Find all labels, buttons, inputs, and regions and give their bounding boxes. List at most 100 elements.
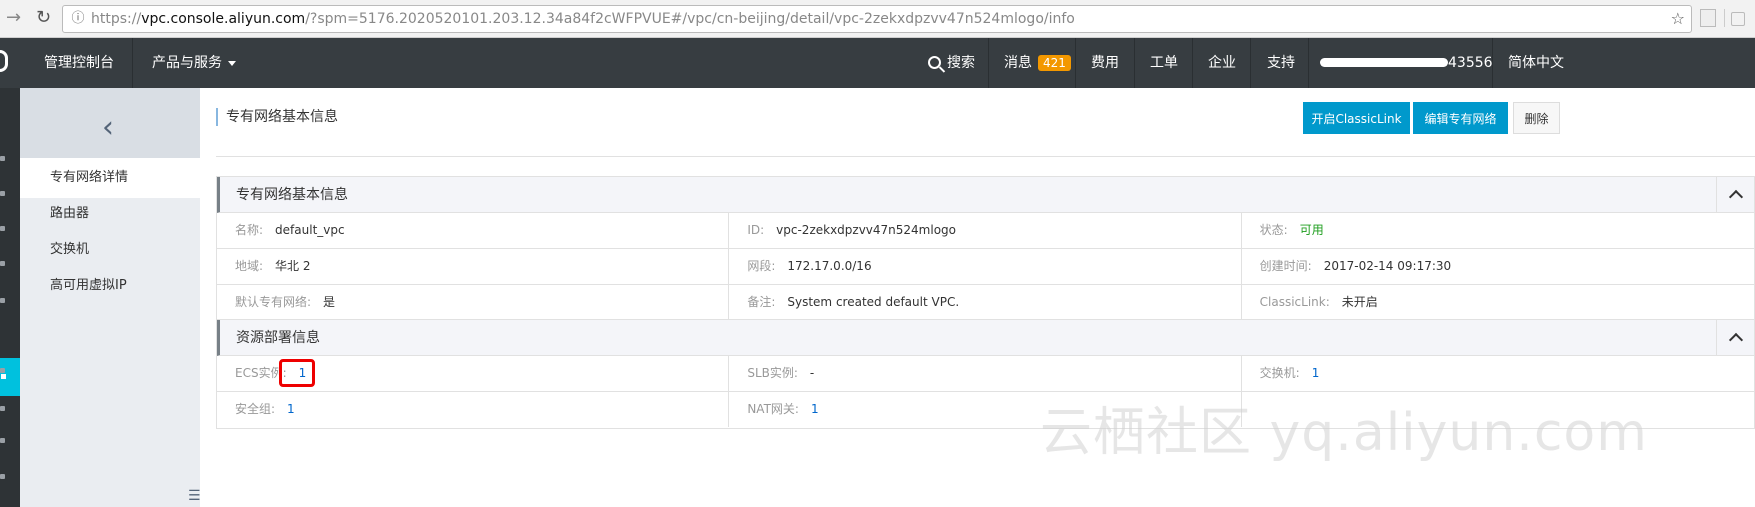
- star-icon[interactable]: ☆: [1671, 6, 1685, 32]
- products-menu[interactable]: 产品与服务: [152, 38, 236, 88]
- field-cidr: 网段: 172.17.0.0/16: [729, 249, 1242, 284]
- field-slb: SLB实例: -: [729, 356, 1242, 391]
- nav-divider: [988, 38, 989, 88]
- sidebar-item-vpc-details[interactable]: 专有网络详情: [20, 158, 200, 198]
- field-security-group: 安全组: 1: [217, 392, 730, 427]
- rail-item-icon[interactable]: [0, 368, 5, 373]
- field-region: 地域: 华北 2: [217, 249, 730, 284]
- rail-item-icon[interactable]: [0, 156, 5, 161]
- field-label: 备注:: [747, 295, 776, 309]
- menu-icon[interactable]: [1724, 9, 1746, 27]
- messages-button[interactable]: 消息 421: [1004, 38, 1071, 88]
- nav-divider: [1492, 38, 1493, 88]
- watermark: 云栖社区 yq.aliyun.com: [1040, 403, 1648, 463]
- field-label: 交换机:: [1259, 366, 1300, 380]
- edit-vpc-button[interactable]: 编辑专有网络: [1413, 102, 1508, 134]
- url-host: vpc.console.aliyun.com: [141, 11, 306, 27]
- field-value: 是: [323, 295, 336, 309]
- rail-item-icon[interactable]: [0, 261, 5, 266]
- panel-title: 专有网络基本信息: [236, 187, 348, 203]
- sidebar-item-havip[interactable]: 高可用虚拟IP: [20, 266, 200, 306]
- redacted-account: [1320, 58, 1448, 67]
- field-value: 华北 2: [275, 259, 311, 273]
- field-value: 2017-02-14 09:17:30: [1323, 259, 1452, 273]
- field-value: 未开启: [1341, 295, 1378, 309]
- field-label: ClassicLink:: [1259, 295, 1330, 309]
- field-vswitch: 交换机: 1: [1242, 356, 1754, 391]
- field-value: System created default VPC.: [787, 295, 960, 309]
- field-value: default_vpc: [275, 223, 345, 237]
- rail-item-icon[interactable]: [0, 298, 5, 303]
- field-status: 状态: 可用: [1242, 213, 1754, 248]
- nav-divider: [132, 38, 133, 88]
- chevron-left-icon[interactable]: ‹: [102, 110, 114, 145]
- vswitch-count-link[interactable]: 1: [1312, 366, 1320, 380]
- logo-icon[interactable]: [0, 50, 8, 72]
- delete-button[interactable]: 删除: [1513, 102, 1560, 134]
- extension-icon[interactable]: [1700, 9, 1716, 27]
- field-classiclink: ClassicLink: 未开启: [1242, 285, 1754, 320]
- field-label: 网段:: [747, 259, 776, 273]
- enable-classiclink-button[interactable]: 开启ClassicLink: [1303, 102, 1410, 134]
- search-icon: [928, 56, 941, 69]
- panel-header: 资源部署信息: [217, 320, 1754, 356]
- address-bar[interactable]: ⓘ https://vpc.console.aliyun.com/?spm=51…: [62, 5, 1692, 33]
- nav-divider: [1250, 38, 1251, 88]
- rail-item-icon[interactable]: [0, 406, 5, 411]
- language-switch[interactable]: 简体中文: [1508, 38, 1564, 88]
- field-label: ID:: [747, 223, 765, 237]
- messages-count-badge: 421: [1038, 55, 1071, 71]
- nav-divider: [1192, 38, 1193, 88]
- field-name: 名称: default_vpc: [217, 213, 730, 248]
- rail-item-icon[interactable]: [0, 474, 5, 479]
- field-value: vpc-2zekxdpzvv47n524mlogo: [776, 223, 957, 237]
- sidebar-item-router[interactable]: 路由器: [20, 194, 200, 234]
- field-created: 创建时间: 2017-02-14 09:17:30: [1242, 249, 1754, 284]
- browser-toolbar: → ↻ ⓘ https://vpc.console.aliyun.com/?sp…: [0, 0, 1755, 38]
- reload-icon[interactable]: ↻: [36, 7, 51, 28]
- panel-header: 专有网络基本信息: [217, 177, 1754, 213]
- support-link[interactable]: 支持: [1267, 38, 1295, 88]
- console-home-link[interactable]: 管理控制台: [44, 38, 114, 88]
- field-label: 安全组:: [235, 402, 276, 416]
- url-path: /?spm=5176.2020520101.203.12.34a84f2cWFP…: [305, 11, 1075, 27]
- chevron-down-icon: [228, 60, 236, 66]
- field-default-vpc: 默认专有网络: 是: [217, 285, 730, 320]
- chevron-up-icon[interactable]: [1716, 320, 1754, 355]
- field-value: -: [809, 366, 815, 380]
- nav-divider: [1075, 38, 1076, 88]
- tickets-link[interactable]: 工单: [1150, 38, 1178, 88]
- field-note: 备注: System created default VPC.: [729, 285, 1242, 320]
- field-id: ID: vpc-2zekxdpzvv47n524mlogo: [729, 213, 1242, 248]
- top-navigation-bar: 管理控制台 产品与服务 搜索 消息 421 费用 工单 企业 支持 43556 简…: [0, 38, 1755, 88]
- enterprise-link[interactable]: 企业: [1208, 38, 1236, 88]
- field-label: 创建时间:: [1259, 259, 1312, 273]
- page-title: 专有网络基本信息: [216, 108, 338, 126]
- field-label: 名称:: [235, 223, 264, 237]
- collapse-sidebar-icon[interactable]: ☰: [188, 488, 201, 504]
- rail-item-icon[interactable]: [0, 438, 5, 443]
- back-arrow-icon[interactable]: →: [6, 7, 21, 28]
- field-label: 默认专有网络:: [235, 295, 312, 309]
- basic-info-panel: 专有网络基本信息 名称: default_vpc ID: vpc-2zekxdpzv…: [216, 176, 1755, 322]
- field-label: 地域:: [235, 259, 264, 273]
- rail-item-icon[interactable]: [0, 226, 5, 231]
- rail-item-icon[interactable]: [0, 191, 5, 196]
- url-prefix: https://: [91, 11, 142, 27]
- sidebar-header: ‹: [20, 88, 200, 158]
- info-icon[interactable]: ⓘ: [69, 6, 87, 32]
- account-suffix: 43556: [1448, 55, 1493, 71]
- field-label: SLB实例:: [747, 366, 798, 380]
- nat-count-link[interactable]: 1: [811, 402, 819, 416]
- messages-label: 消息: [1004, 55, 1032, 71]
- panel-title: 资源部署信息: [236, 330, 320, 346]
- table-row: ECS实例: 1 SLB实例: - 交换机: 1: [217, 356, 1754, 392]
- account-menu[interactable]: 43556: [1320, 38, 1493, 88]
- rail-item-vpc-active[interactable]: [0, 358, 20, 396]
- security-group-count-link[interactable]: 1: [287, 402, 295, 416]
- sidebar-item-vswitch[interactable]: 交换机: [20, 230, 200, 270]
- billing-link[interactable]: 费用: [1091, 38, 1119, 88]
- field-label: NAT网关:: [747, 402, 799, 416]
- search-button[interactable]: 搜索: [928, 38, 975, 88]
- chevron-up-icon[interactable]: [1716, 177, 1754, 212]
